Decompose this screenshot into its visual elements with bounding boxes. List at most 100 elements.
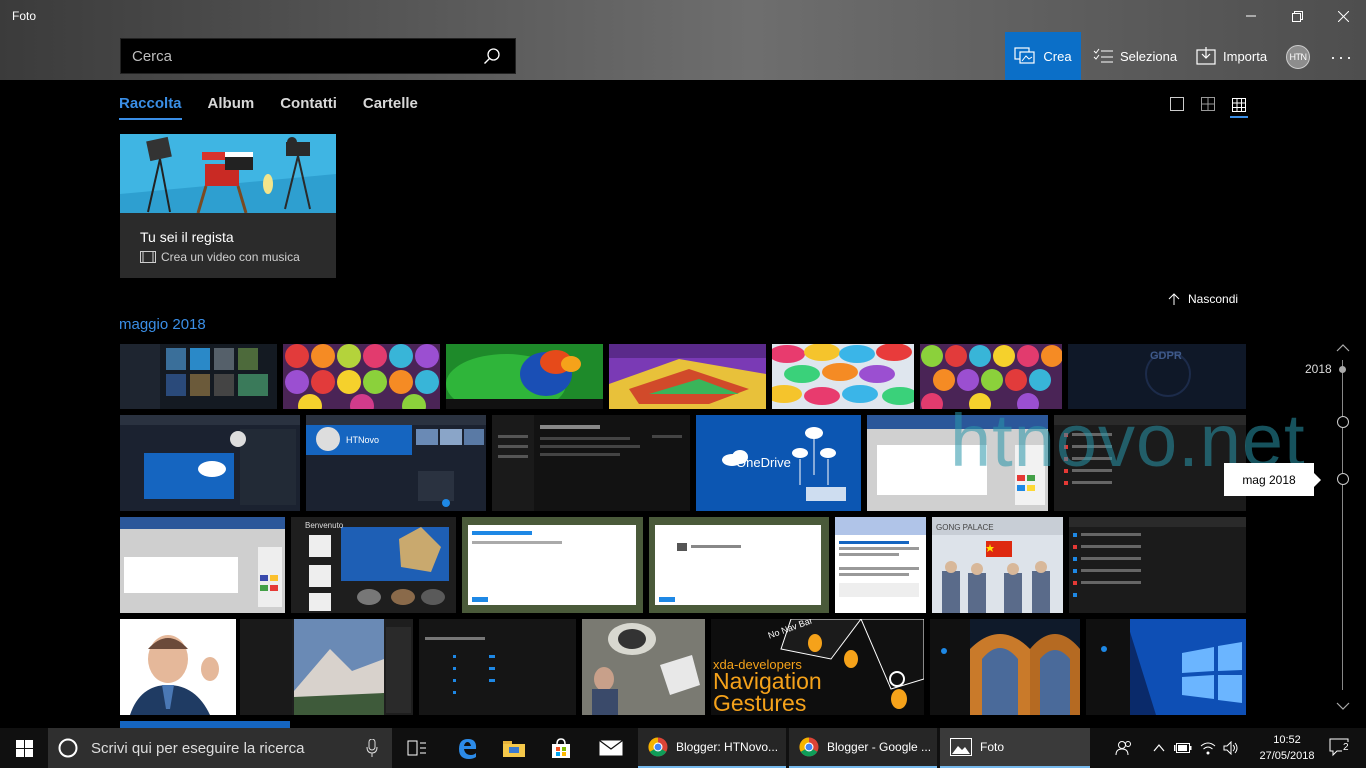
photo-thumbnail[interactable] [1069, 517, 1246, 613]
task-view-button[interactable] [394, 728, 440, 768]
photo-thumbnail[interactable] [419, 619, 576, 715]
tab-album[interactable]: Album [208, 95, 255, 120]
microphone-icon [366, 739, 378, 757]
store-bag-icon [552, 738, 570, 758]
photo-thumbnail[interactable]: GONG PALACE [932, 517, 1063, 613]
cortana-icon [58, 738, 78, 758]
photo-thumbnail[interactable] [446, 344, 603, 409]
photo-thumbnail[interactable] [120, 619, 236, 715]
avatar[interactable]: HTN [1286, 45, 1310, 69]
photo-thumbnail[interactable] [649, 517, 829, 613]
photo-thumbnail[interactable] [120, 344, 277, 409]
edge-button[interactable] [444, 728, 490, 768]
photo-thumbnail[interactable] [1086, 619, 1246, 715]
taskbar-app-chrome-1[interactable]: Blogger: HTNovo... [638, 728, 786, 768]
volume-button[interactable] [1220, 728, 1242, 768]
photo-thumbnail[interactable] [283, 344, 440, 409]
timeline-current-marker[interactable] [1337, 473, 1349, 485]
benvenuto-label: Benvenuto [305, 521, 344, 530]
edge-icon [459, 739, 477, 759]
video-promo-card[interactable]: Tu sei il regista Crea un video con musi… [120, 134, 336, 278]
timeline-marker[interactable] [1337, 416, 1349, 428]
chevron-down-icon [1336, 702, 1350, 710]
timeline-year-label: 2018 [1305, 362, 1332, 376]
notification-count: 2 [1342, 742, 1350, 753]
onedrive-label: OneDrive [736, 455, 791, 470]
close-button[interactable] [1320, 0, 1366, 32]
photo-thumbnail[interactable] [120, 721, 290, 728]
task-view-icon [407, 740, 426, 756]
photo-thumbnail[interactable] [930, 619, 1080, 715]
taskbar-search-placeholder: Scrivi qui per eseguire la ricerca [91, 739, 305, 757]
photo-thumbnail[interactable] [609, 344, 766, 409]
action-center-button[interactable]: 2 [1320, 728, 1360, 768]
timeline-down-button[interactable] [1335, 700, 1351, 712]
network-button[interactable] [1196, 728, 1220, 768]
view-medium-button[interactable] [1199, 94, 1217, 114]
photo-thumbnail[interactable]: HTNovo [306, 415, 486, 511]
video-icon [140, 251, 156, 263]
tab-contatti[interactable]: Contatti [280, 95, 337, 120]
taskbar-app-foto[interactable]: Foto [940, 728, 1090, 768]
restore-button[interactable] [1274, 0, 1320, 32]
wifi-icon [1200, 742, 1216, 755]
photo-thumbnail[interactable] [582, 619, 705, 715]
select-label: Seleziona [1120, 48, 1178, 64]
taskbar-app-label: Blogger: HTNovo... [676, 740, 779, 754]
search-button[interactable] [469, 39, 515, 73]
more-options-button[interactable]: ··· [1324, 44, 1360, 70]
photo-thumbnail[interactable] [120, 517, 285, 613]
taskbar-search-box[interactable]: Scrivi qui per eseguire la ricerca [48, 728, 392, 768]
select-button[interactable]: Seleziona [1093, 32, 1177, 80]
title-bar: Foto Crea Seleziona Importa HTN ··· [0, 0, 1366, 80]
import-label: Importa [1223, 48, 1268, 64]
create-icon [1014, 47, 1036, 64]
gdpr-label: GDPR [1150, 350, 1182, 362]
app-title: Foto [12, 9, 37, 23]
photo-thumbnail[interactable] [240, 619, 413, 715]
view-large-button[interactable] [1168, 94, 1186, 114]
photo-thumbnail[interactable]: OneDrive [696, 415, 861, 511]
hide-button[interactable]: Nascondi [1168, 292, 1238, 306]
mail-button[interactable] [588, 728, 634, 768]
photo-thumbnail[interactable] [120, 415, 300, 511]
start-button[interactable] [0, 728, 48, 768]
search-input[interactable] [121, 39, 469, 73]
photo-thumbnail[interactable] [772, 344, 914, 409]
view-small-button[interactable] [1230, 94, 1248, 118]
create-label: Crea [1043, 48, 1072, 64]
chevron-up-icon [1153, 744, 1165, 752]
month-heading: maggio 2018 [119, 316, 206, 333]
photo-thumbnail[interactable]: xda-developers Navigation Gestures No Na… [711, 619, 924, 715]
timeline-up-button[interactable] [1335, 342, 1351, 354]
tab-cartelle[interactable]: Cartelle [363, 95, 418, 120]
photos-app-icon [950, 738, 972, 756]
photo-thumbnail[interactable]: Benvenuto [291, 517, 456, 613]
chrome-icon [799, 737, 819, 757]
battery-button[interactable] [1172, 728, 1194, 768]
photo-thumbnail[interactable] [835, 517, 926, 613]
taskbar: Scrivi qui per eseguire la ricerca Blogg… [0, 728, 1366, 768]
clock[interactable]: 10:52 27/05/2018 [1256, 732, 1318, 764]
chrome-icon [648, 737, 668, 757]
people-button[interactable] [1110, 728, 1138, 768]
chevron-up-icon [1336, 344, 1350, 352]
taskbar-app-chrome-2[interactable]: Blogger - Google ... [789, 728, 937, 768]
photo-thumbnail[interactable] [492, 415, 690, 511]
import-icon [1196, 47, 1216, 65]
folder-icon [503, 741, 525, 757]
search-icon [484, 48, 500, 64]
navigation-tabs: Raccolta Album Contatti Cartelle [119, 95, 418, 120]
promo-subtitle-row: Crea un video con musica [140, 250, 300, 264]
show-hidden-icons-button[interactable] [1148, 728, 1170, 768]
timeline-track[interactable] [1342, 360, 1343, 690]
tab-raccolta[interactable]: Raccolta [119, 95, 182, 120]
create-button[interactable]: Crea [1005, 32, 1081, 80]
photo-thumbnail[interactable] [462, 517, 643, 613]
file-explorer-button[interactable] [491, 728, 537, 768]
store-button[interactable] [538, 728, 584, 768]
minimize-button[interactable] [1228, 0, 1274, 32]
timeline-year-dot[interactable] [1339, 366, 1346, 373]
import-button[interactable]: Importa [1196, 32, 1267, 80]
promo-illustration [120, 134, 336, 213]
